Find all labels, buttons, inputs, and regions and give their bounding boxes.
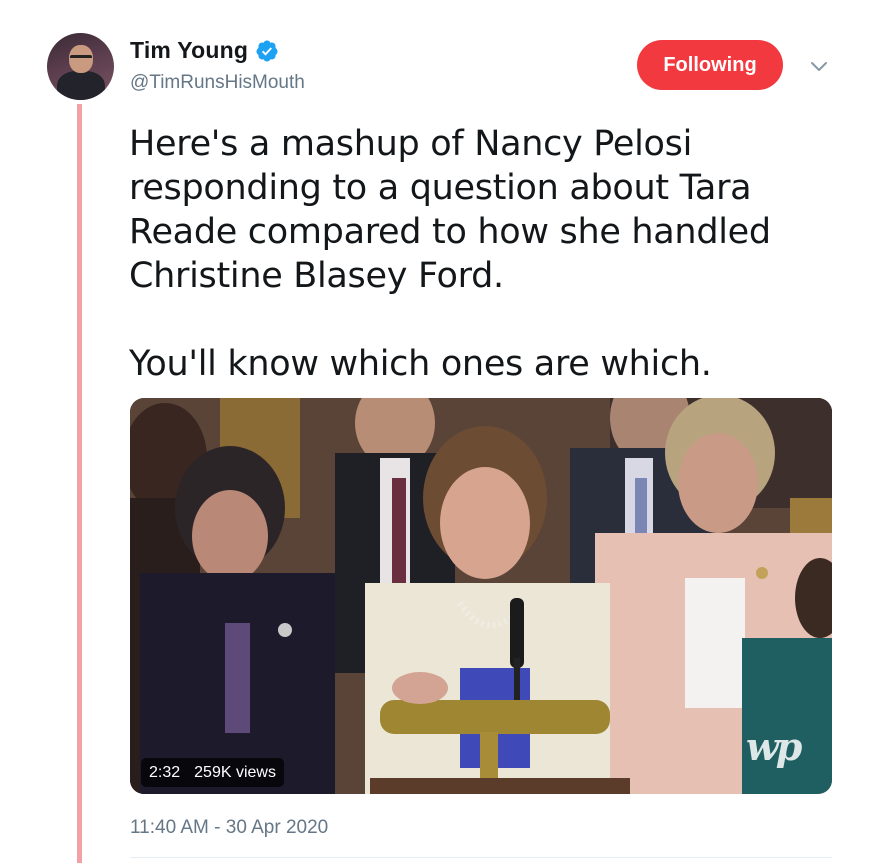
watermark-logo: wp — [746, 724, 802, 769]
thread-connector-line — [77, 104, 82, 863]
video-info-badge: 2:32 259K views — [141, 758, 284, 787]
avatar-body-shape — [57, 71, 105, 100]
avatar[interactable] — [47, 33, 114, 100]
video-duration: 2:32 — [149, 763, 181, 781]
video-thumbnail — [130, 398, 832, 794]
divider — [130, 857, 832, 858]
tweet-timestamp[interactable]: 11:40 AM - 30 Apr 2020 — [130, 817, 328, 839]
video-player[interactable] — [130, 398, 832, 794]
verified-badge-icon — [256, 40, 278, 61]
display-name-text: Tim Young — [130, 37, 249, 63]
following-button[interactable]: Following — [637, 40, 783, 90]
tweet-text: Here's a mashup of Nancy Pelosi respondi… — [129, 124, 771, 384]
video-views: 259K views — [194, 763, 276, 781]
display-name[interactable]: Tim Young — [130, 37, 279, 64]
avatar-glasses-shape — [70, 55, 92, 63]
chevron-down-icon[interactable] — [808, 55, 830, 77]
user-handle[interactable]: @TimRunsHisMouth — [130, 72, 305, 94]
